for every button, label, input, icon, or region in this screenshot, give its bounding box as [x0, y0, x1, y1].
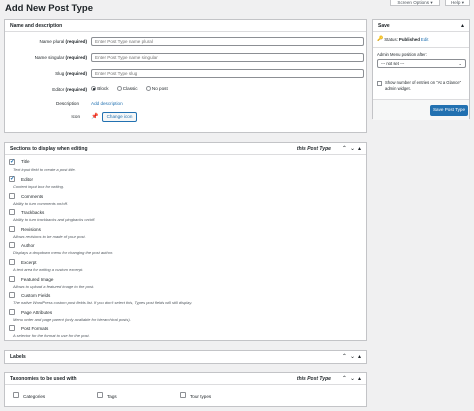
- status-edit-link[interactable]: Edit: [421, 37, 429, 42]
- collapse-caret-icon[interactable]: ▴: [461, 23, 464, 29]
- taxonomies-title: Taxonomies to be used with: [10, 375, 77, 382]
- editor-option-classic[interactable]: Classic: [116, 86, 138, 92]
- taxonomy-categories-checkbox[interactable]: [13, 392, 19, 398]
- toggle-caret-icon[interactable]: ▴: [358, 146, 361, 152]
- move-down-icon[interactable]: ⌄: [350, 146, 355, 152]
- sections-right-text: this Post Type: [296, 145, 331, 152]
- slug-input[interactable]: [91, 69, 364, 78]
- section-trackbacks-label: Trackbacks: [21, 210, 45, 215]
- section-custom-fields-label: Custom Fields: [21, 293, 51, 298]
- section-featured-image-checkbox[interactable]: [9, 276, 15, 282]
- taxonomies-toggle-icon[interactable]: ▴: [358, 376, 361, 382]
- sections-box: Sections to display when editing this Po…: [4, 142, 367, 341]
- taxonomies-header: Taxonomies to be used with this Post Typ…: [5, 373, 366, 385]
- slug-label: Slug (required): [55, 71, 87, 76]
- section-author-checkbox[interactable]: [9, 242, 15, 248]
- glance-checkbox[interactable]: [377, 81, 382, 86]
- taxonomy-categories-label: Categories: [23, 394, 46, 399]
- icon-label: Icon: [71, 114, 80, 119]
- section-editor-checkbox[interactable]: [9, 175, 15, 182]
- labels-move-up-icon[interactable]: ⌃: [342, 354, 347, 360]
- menu-position-label: Admin Menu position after:: [377, 52, 427, 57]
- sections-title: Sections to display when editing: [10, 145, 88, 152]
- taxonomy-tags-label: Tags: [107, 394, 117, 399]
- status-label: Status:: [384, 36, 398, 42]
- taxonomies-move-down-icon[interactable]: ⌄: [350, 376, 355, 382]
- taxonomies-right-text: this Post Type: [296, 375, 331, 382]
- section-page-attributes-checkbox[interactable]: [9, 309, 15, 315]
- section-trackbacks-desc: Ability to turn trackbacks and pingbacks…: [13, 217, 96, 222]
- section-revisions-desc: Allows revisions to be made of your post…: [13, 234, 86, 239]
- description-label: Description: [56, 101, 79, 106]
- name-singular-label: Name singular (required): [34, 55, 87, 60]
- name-description-header: Name and description: [5, 20, 366, 32]
- status-value: Published: [398, 36, 420, 42]
- name-description-title: Name and description: [10, 22, 63, 29]
- section-author-label: Author: [21, 243, 35, 248]
- section-editor-desc: Content input box for writing.: [13, 184, 64, 189]
- editor-option-no-post[interactable]: No post: [145, 86, 168, 92]
- save-post-type-button[interactable]: Save Post Type: [430, 105, 468, 116]
- select-chevron-icon: ⌄: [458, 61, 462, 66]
- labels-box: Labels ⌃ ⌄ ▴: [4, 350, 367, 364]
- radio-no-post[interactable]: [145, 86, 151, 92]
- section-title-checkbox[interactable]: [9, 158, 15, 165]
- section-comments-desc: Ability to turn comments on/off.: [13, 201, 68, 206]
- name-plural-label: Name plural (required): [39, 39, 88, 44]
- taxonomy-tour-types-checkbox[interactable]: [180, 392, 186, 398]
- name-singular-input[interactable]: [91, 53, 364, 62]
- section-excerpt-label: Excerpt: [21, 260, 37, 265]
- save-title: Save: [378, 22, 390, 29]
- change-icon-button[interactable]: Change icon: [102, 112, 137, 122]
- section-author-desc: Displays a dropdown menu for changing th…: [13, 250, 114, 255]
- section-post-formats-label: Post Formats: [21, 326, 49, 331]
- section-excerpt-checkbox[interactable]: [9, 259, 15, 265]
- section-editor-label: Editor: [21, 177, 34, 182]
- screen-options-tab[interactable]: Screen Options ▾: [390, 0, 440, 6]
- section-title-desc: Text input field to create a post title.: [13, 167, 76, 172]
- labels-header[interactable]: Labels ⌃ ⌄ ▴: [5, 351, 366, 363]
- name-plural-input[interactable]: [91, 37, 364, 46]
- labels-toggle-icon[interactable]: ▴: [358, 354, 361, 360]
- editor-option-block[interactable]: Block: [91, 86, 109, 92]
- pin-icon: 📌: [91, 114, 99, 120]
- labels-title: Labels: [10, 354, 26, 360]
- section-post-formats-desc: A selector for the format to use for the…: [13, 333, 90, 338]
- radio-block[interactable]: [91, 86, 96, 92]
- save-header: Save ▴: [373, 20, 469, 32]
- add-description-link[interactable]: Add description: [91, 101, 123, 106]
- section-comments-label: Comments: [21, 194, 44, 199]
- section-excerpt-desc: A text area for writing a custom excerpt…: [13, 267, 84, 272]
- page-title: Add New Post Type: [5, 3, 93, 14]
- section-post-formats-checkbox[interactable]: [9, 325, 15, 331]
- taxonomy-tags-checkbox[interactable]: [97, 392, 103, 398]
- section-custom-fields-desc: The native WordPress custom post fields …: [13, 300, 193, 305]
- save-box: Save ▴ 🔑 Status: Published Edit Admin Me…: [372, 19, 470, 120]
- section-featured-image-desc: Allows to upload a featured image to the…: [13, 284, 95, 289]
- section-revisions-checkbox[interactable]: [9, 226, 15, 232]
- radio-classic[interactable]: [116, 86, 122, 92]
- taxonomies-move-up-icon[interactable]: ⌃: [342, 376, 347, 382]
- section-comments-checkbox[interactable]: [9, 193, 15, 199]
- taxonomy-tour-types-label: Tour types: [190, 394, 212, 399]
- help-tab[interactable]: Help ▾: [445, 0, 470, 6]
- taxonomies-box: Taxonomies to be used with this Post Typ…: [4, 372, 367, 407]
- section-revisions-label: Revisions: [21, 227, 41, 232]
- status-key-icon: 🔑: [377, 36, 384, 42]
- section-featured-image-label: Featured Image: [21, 277, 54, 282]
- section-trackbacks-checkbox[interactable]: [9, 209, 15, 215]
- glance-label: Show number of entries on "At a Glance" …: [385, 80, 462, 91]
- menu-position-select[interactable]: --- not set --- ⌄: [377, 59, 466, 68]
- move-up-icon[interactable]: ⌃: [342, 146, 347, 152]
- section-custom-fields-checkbox[interactable]: [9, 292, 15, 298]
- sections-header: Sections to display when editing this Po…: [5, 143, 366, 155]
- name-description-box: Name and description Name plural (requir…: [4, 19, 367, 133]
- section-page-attributes-desc: Menu order and page parent (only availab…: [13, 317, 131, 322]
- section-page-attributes-label: Page Attributes: [21, 310, 53, 315]
- section-title-label: Title: [21, 159, 30, 164]
- editor-label: Editor (required): [52, 87, 87, 92]
- labels-move-down-icon[interactable]: ⌄: [350, 354, 355, 360]
